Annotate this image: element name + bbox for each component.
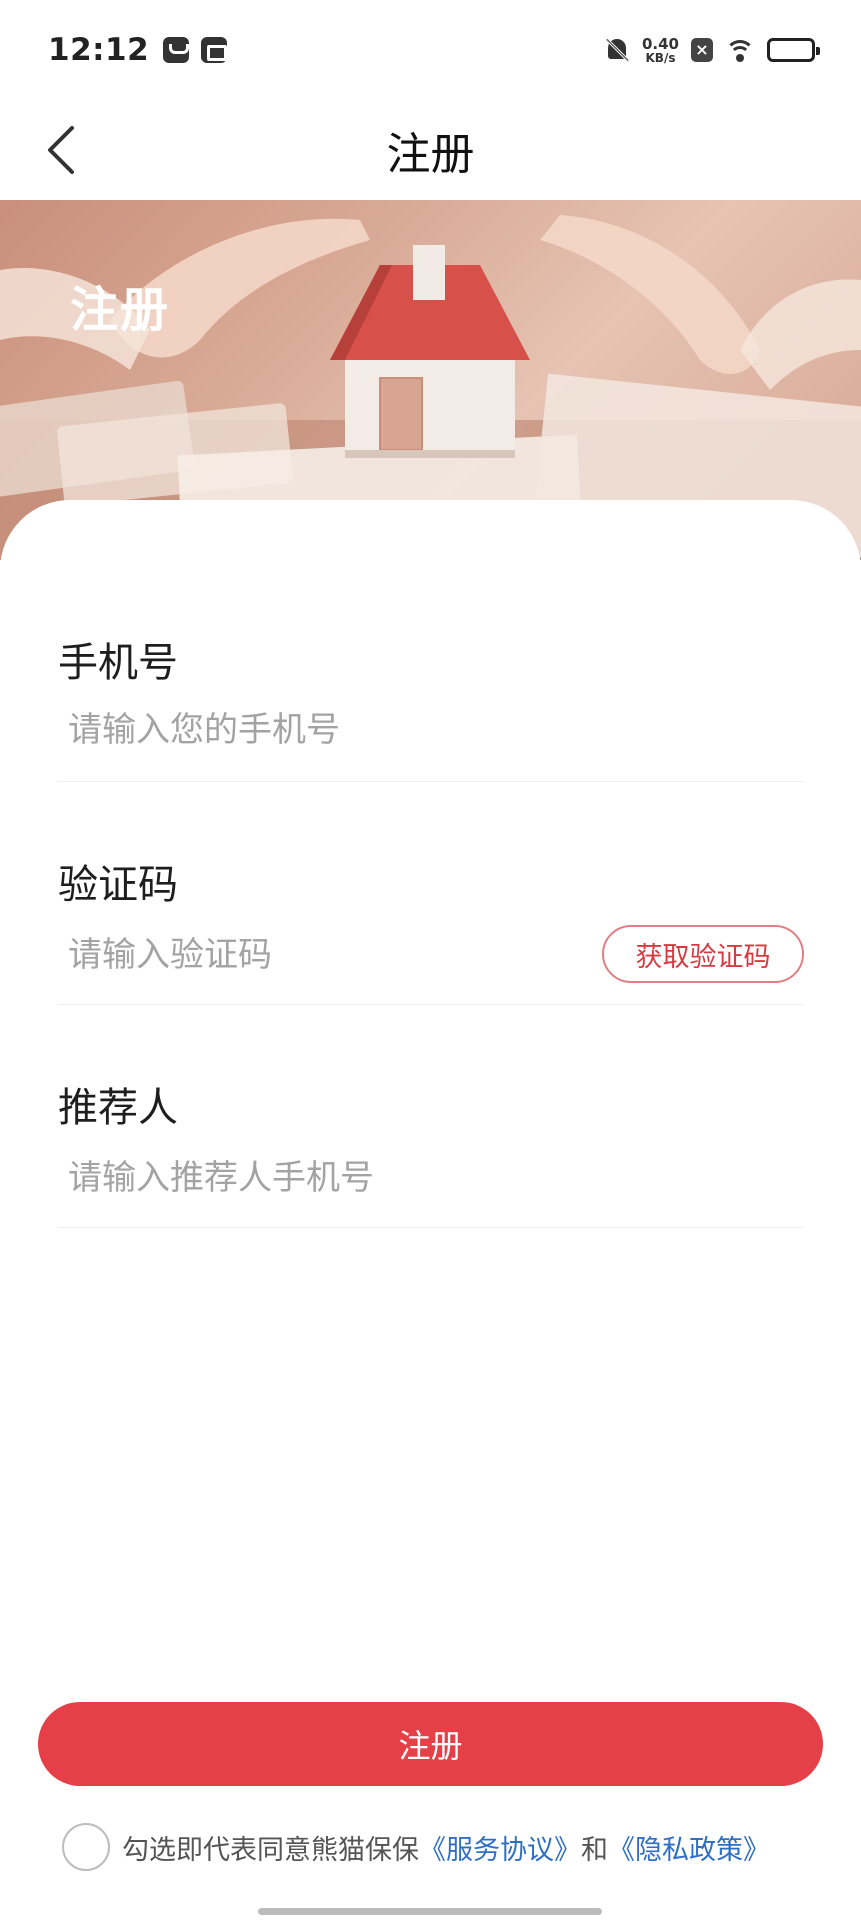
verification-code-label: 验证码 <box>58 862 178 908</box>
notification-icons <box>163 37 228 63</box>
agreement-checkbox[interactable] <box>62 1823 110 1871</box>
agreement-row: 勾选即代表同意熊猫保保 《服务协议》 和 《隐私政策》 <box>62 1823 770 1871</box>
back-button[interactable] <box>34 122 90 178</box>
battery-icon <box>767 38 820 62</box>
phone-label: 手机号 <box>58 640 178 686</box>
register-button[interactable]: 注册 <box>38 1702 823 1786</box>
home-indicator[interactable] <box>258 1908 602 1915</box>
mute-icon <box>604 36 630 64</box>
agreement-and-text: 和 <box>581 1834 608 1866</box>
banner-title: 注册 <box>70 282 171 338</box>
verification-code-input[interactable] <box>68 927 568 983</box>
navigation-bar: 注册 <box>0 100 861 200</box>
referrer-field: 推荐人 <box>58 1005 804 1228</box>
status-indicators: 0.40 KB/s × <box>604 34 820 65</box>
message-notification-icon <box>163 37 190 63</box>
register-screen: 12:12 0.40 KB/s × 注册 注册 手机号 请输入您的手机号 验证码… <box>0 0 861 1920</box>
status-time: 12:12 <box>48 32 150 68</box>
no-sim-icon: × <box>691 38 713 62</box>
agreement-text: 勾选即代表同意熊猫保保 <box>122 1834 419 1866</box>
back-arrow-icon <box>48 126 74 174</box>
referrer-input[interactable] <box>68 1150 628 1206</box>
phone-field: 手机号 <box>58 600 804 782</box>
phone-input[interactable] <box>68 702 628 758</box>
verification-code-field: 验证码 获取验证码 <box>58 782 804 1005</box>
app-notification-icon <box>201 37 228 63</box>
network-speed-unit: KB/s <box>645 50 676 65</box>
network-speed-value: 0.40 <box>641 34 679 53</box>
privacy-policy-link[interactable]: 《隐私政策》 <box>608 1828 770 1867</box>
network-speed: 0.40 KB/s <box>641 34 679 65</box>
get-code-button[interactable]: 获取验证码 <box>602 925 804 983</box>
status-bar: 12:12 0.40 KB/s × <box>0 0 861 100</box>
service-agreement-link[interactable]: 《服务协议》 <box>419 1828 581 1867</box>
page-title: 注册 <box>386 129 475 180</box>
wifi-icon <box>725 38 755 62</box>
referrer-label: 推荐人 <box>58 1085 178 1131</box>
